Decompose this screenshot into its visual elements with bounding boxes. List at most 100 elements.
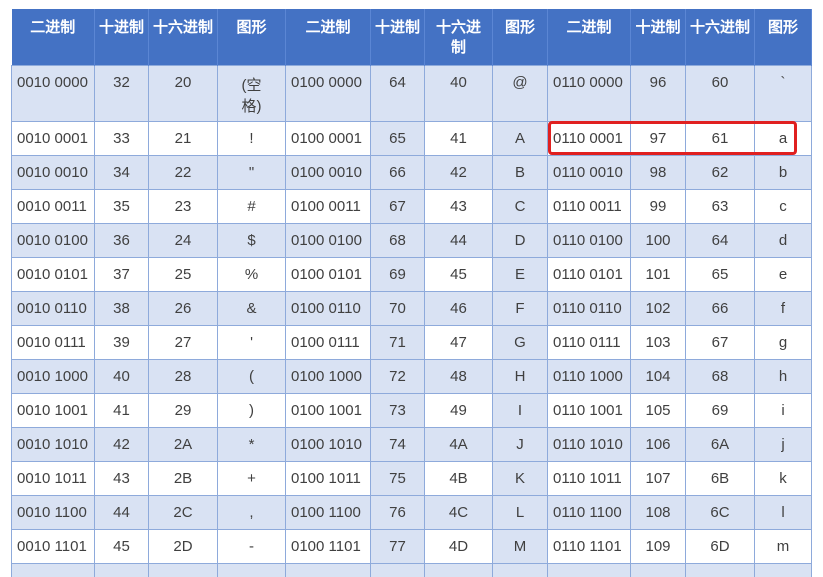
table-row: 0010 1000 40 28(0100 1000 72 48 H 0110 1000 104… bbox=[11, 358, 812, 394]
hex-cell: 4B bbox=[424, 460, 493, 496]
hex-cell: 40 bbox=[424, 64, 493, 122]
glyph-cell: d bbox=[754, 222, 812, 258]
hex-cell: 29 bbox=[148, 392, 218, 428]
glyph-cell: I bbox=[492, 392, 548, 428]
decimal-cell: 77 bbox=[370, 528, 425, 564]
glyph-cell: h bbox=[754, 358, 812, 394]
hex-cell: 2D bbox=[148, 528, 218, 564]
hex-cell: 60 bbox=[685, 64, 755, 122]
binary-cell: 0110 0111 bbox=[547, 324, 631, 360]
binary-cell: 0110 1011 bbox=[547, 460, 631, 496]
header-decimal: 十进制 bbox=[94, 9, 149, 65]
decimal-cell: 64 bbox=[370, 64, 425, 122]
hex-cell: 65 bbox=[685, 256, 755, 292]
binary-cell: 0010 1101 bbox=[11, 528, 95, 564]
decimal-cell: 104 bbox=[630, 358, 686, 394]
hex-cell: 62 bbox=[685, 154, 755, 190]
glyph-cell: N bbox=[492, 562, 548, 577]
table-row: 0010 1100 44 2C, 0100 1100 76 4C L 0110 1100 108… bbox=[11, 494, 812, 530]
glyph-cell: L bbox=[492, 494, 548, 530]
hex-cell: 6A bbox=[685, 426, 755, 462]
hex-cell: 26 bbox=[148, 290, 218, 326]
glyph-cell: , bbox=[217, 494, 286, 530]
header-glyph: 图形 bbox=[492, 9, 548, 65]
decimal-cell: 106 bbox=[630, 426, 686, 462]
decimal-cell: 40 bbox=[94, 358, 149, 394]
glyph-cell: $ bbox=[217, 222, 286, 258]
glyph-cell: ' bbox=[217, 324, 286, 360]
binary-cell: 0100 0000 bbox=[285, 64, 371, 122]
table-row: 0010 0101 37 25% 0100 0101 69 45 E 0110 0101 101… bbox=[11, 256, 812, 292]
table-row: 0010 1110462E.0100 1110784EN0110 1110110… bbox=[11, 562, 812, 577]
binary-cell: 0110 0001 bbox=[547, 120, 631, 156]
binary-cell: 0010 0000 bbox=[11, 64, 95, 122]
decimal-cell: 38 bbox=[94, 290, 149, 326]
hex-cell: 43 bbox=[424, 188, 493, 224]
glyph-cell: m bbox=[754, 528, 812, 564]
hex-cell: 4A bbox=[424, 426, 493, 462]
header-glyph: 图形 bbox=[217, 9, 286, 65]
decimal-cell: 69 bbox=[370, 256, 425, 292]
table-row: 0010 1101 45 2D -0100 1101 77 4D M 0110 1101 109… bbox=[11, 528, 812, 564]
hex-cell: 67 bbox=[685, 324, 755, 360]
hex-cell: 25 bbox=[148, 256, 218, 292]
glyph-cell: D bbox=[492, 222, 548, 258]
table-row: 0010 0111 39 27 ' 0100 0111 71 47 G 0110 0111 103… bbox=[11, 324, 812, 360]
decimal-cell: 109 bbox=[630, 528, 686, 564]
decimal-cell: 37 bbox=[94, 256, 149, 292]
hex-cell: 63 bbox=[685, 188, 755, 224]
decimal-cell: 71 bbox=[370, 324, 425, 360]
decimal-cell: 68 bbox=[370, 222, 425, 258]
decimal-cell: 65 bbox=[370, 120, 425, 156]
hex-cell: 20 bbox=[148, 64, 218, 122]
glyph-cell: j bbox=[754, 426, 812, 462]
hex-cell: 4C bbox=[424, 494, 493, 530]
glyph-cell: ( bbox=[217, 358, 286, 394]
hex-cell: 4E bbox=[424, 562, 493, 577]
binary-cell: 0100 1101 bbox=[285, 528, 371, 564]
decimal-cell: 98 bbox=[630, 154, 686, 190]
glyph-cell: G bbox=[492, 324, 548, 360]
glyph-cell: + bbox=[217, 460, 286, 496]
decimal-cell: 99 bbox=[630, 188, 686, 224]
binary-cell: 0010 0010 bbox=[11, 154, 95, 190]
glyph-cell: " bbox=[217, 154, 286, 190]
binary-cell: 0100 1001 bbox=[285, 392, 371, 428]
hex-cell: 2E bbox=[148, 562, 218, 577]
ascii-table: 二进制 十进制 十六进制 图形 二进制 十进制 十六进制 图形 二进制 十进制 … bbox=[11, 9, 812, 577]
glyph-cell: @ bbox=[492, 64, 548, 122]
decimal-cell: 70 bbox=[370, 290, 425, 326]
decimal-cell: 76 bbox=[370, 494, 425, 530]
hex-cell: 2C bbox=[148, 494, 218, 530]
decimal-cell: 34 bbox=[94, 154, 149, 190]
decimal-cell: 44 bbox=[94, 494, 149, 530]
hex-cell: 23 bbox=[148, 188, 218, 224]
glyph-cell: (空格) bbox=[217, 64, 286, 122]
binary-cell: 0110 0101 bbox=[547, 256, 631, 292]
hex-cell: 6C bbox=[685, 494, 755, 530]
table-row: 0010 0100 36 24 $0100 0100 68 44 D 0110 0100 100… bbox=[11, 222, 812, 258]
decimal-cell: 45 bbox=[94, 528, 149, 564]
binary-cell: 0010 1000 bbox=[11, 358, 95, 394]
glyph-cell: . bbox=[217, 562, 286, 577]
binary-cell: 0110 0000 bbox=[547, 64, 631, 122]
glyph-cell: M bbox=[492, 528, 548, 564]
header-binary: 二进制 bbox=[547, 9, 631, 65]
binary-cell: 0110 1010 bbox=[547, 426, 631, 462]
binary-cell: 0110 1100 bbox=[547, 494, 631, 530]
binary-cell: 0100 0101 bbox=[285, 256, 371, 292]
hex-cell: 22 bbox=[148, 154, 218, 190]
decimal-cell: 43 bbox=[94, 460, 149, 496]
binary-cell: 0010 0011 bbox=[11, 188, 95, 224]
hex-cell: 68 bbox=[685, 358, 755, 394]
decimal-cell: 100 bbox=[630, 222, 686, 258]
header-hex: 十六进制 bbox=[424, 9, 493, 65]
decimal-cell: 67 bbox=[370, 188, 425, 224]
binary-cell: 0110 0011 bbox=[547, 188, 631, 224]
glyph-cell: n bbox=[754, 562, 812, 577]
decimal-cell: 75 bbox=[370, 460, 425, 496]
glyph-cell: F bbox=[492, 290, 548, 326]
hex-cell: 69 bbox=[685, 392, 755, 428]
decimal-cell: 35 bbox=[94, 188, 149, 224]
decimal-cell: 102 bbox=[630, 290, 686, 326]
